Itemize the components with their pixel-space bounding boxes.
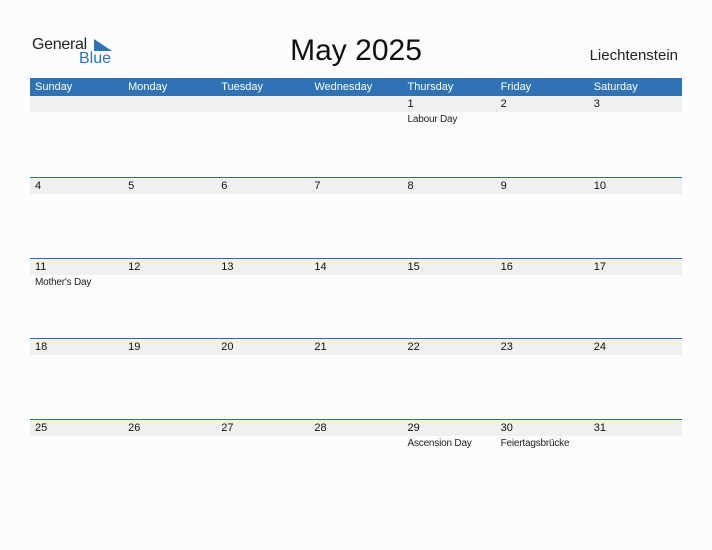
- day-number: 14: [314, 260, 327, 273]
- day-cell: 31: [589, 420, 682, 451]
- day-number: 23: [500, 341, 513, 353]
- day-number: [314, 96, 402, 112]
- day-cell: 9: [496, 178, 589, 195]
- day-cell: 2: [496, 96, 589, 127]
- day-number: 10: [593, 180, 606, 192]
- day-cell: 22: [403, 339, 496, 356]
- weekday-header: Sunday Monday Tuesday Wednesday Thursday…: [30, 78, 682, 96]
- day-cell: 5: [123, 178, 216, 195]
- weekday-tuesday: Tuesday: [221, 81, 264, 93]
- week-row: 25 26 27 28 29 Ascension Day 30 Feiertagsbrücke…: [30, 418, 682, 500]
- calendar-grid: Sunday Monday Tuesday Wednesday Thursday…: [30, 78, 682, 499]
- holiday-label: Feiertagsbrücke: [500, 437, 570, 449]
- weekday-sunday: Sunday: [35, 81, 73, 93]
- week-row: 18 19 20 21 22 23 24: [30, 338, 682, 419]
- week-row: 1 Labour Day 2 3: [30, 96, 682, 177]
- country-name: Liechtenstein: [589, 47, 678, 64]
- day-number: 4: [35, 180, 42, 192]
- day-number: [221, 96, 309, 112]
- day-cell: 11 Mother's Day: [30, 259, 123, 290]
- day-cell: 8: [403, 178, 496, 195]
- day-cell: 3: [589, 96, 682, 127]
- day-cell: 23: [496, 339, 589, 356]
- day-number: 15: [407, 260, 420, 273]
- day-number: 20: [221, 341, 234, 353]
- day-cell: [309, 96, 402, 127]
- weekday-wednesday: Wednesday: [314, 81, 373, 93]
- day-cell: 1 Labour Day: [403, 96, 496, 127]
- weekday-thursday: Thursday: [407, 81, 454, 93]
- day-cell: 15: [403, 259, 496, 290]
- day-cell: 7: [309, 178, 402, 195]
- day-cell: 10: [589, 178, 682, 195]
- holiday-label: Ascension Day: [407, 437, 472, 449]
- day-number: 13: [221, 260, 234, 273]
- weekday-saturday: Saturday: [593, 81, 638, 93]
- day-number: 7: [314, 180, 321, 192]
- holiday-label: Mother's Day: [35, 276, 92, 288]
- day-number: 21: [314, 341, 327, 353]
- day-cell: 28: [309, 420, 402, 451]
- day-cell: 24: [589, 339, 682, 356]
- weekday-friday: Friday: [500, 81, 532, 93]
- day-cell: [30, 96, 123, 127]
- holiday-label: Labour Day: [407, 114, 458, 125]
- day-number: 17: [593, 260, 606, 273]
- day-cell: [123, 96, 216, 127]
- week-row: 11 Mother's Day 12 13 14 15 16 17: [30, 257, 682, 339]
- day-cell: 27: [216, 420, 309, 451]
- day-number: 6: [221, 180, 228, 192]
- day-number: [35, 96, 123, 112]
- day-number: 26: [128, 421, 141, 434]
- day-number: 8: [407, 180, 414, 192]
- day-cell: 14: [309, 259, 402, 290]
- day-cell: 20: [216, 339, 309, 356]
- day-cell: 4: [30, 178, 123, 195]
- day-number: 3: [593, 98, 600, 110]
- day-cell: 6: [216, 178, 309, 195]
- day-number: 29: [407, 421, 420, 434]
- day-number: 25: [35, 421, 48, 434]
- day-cell: 29 Ascension Day: [403, 420, 496, 451]
- day-number: 28: [314, 421, 327, 434]
- day-number: 22: [407, 341, 420, 353]
- day-cell: 26: [123, 420, 216, 451]
- day-cell: [216, 96, 309, 127]
- day-number: [128, 96, 216, 112]
- day-number: 2: [500, 98, 507, 110]
- day-cell: 18: [30, 339, 123, 356]
- day-number: 30: [500, 421, 513, 434]
- day-cell: 16: [496, 259, 589, 290]
- day-cell: 13: [216, 259, 309, 290]
- day-cell: 17: [589, 259, 682, 290]
- day-number: 16: [500, 260, 513, 273]
- day-number: 24: [593, 341, 606, 353]
- day-number: 12: [128, 260, 141, 273]
- day-number: 27: [221, 421, 234, 434]
- day-number: 9: [500, 180, 507, 192]
- day-number: 31: [593, 421, 606, 434]
- day-cell: 25: [30, 420, 123, 451]
- day-cell: 21: [309, 339, 402, 356]
- day-number: 1: [407, 98, 414, 110]
- day-number: 19: [128, 341, 141, 353]
- day-number: 18: [35, 341, 48, 353]
- weekday-monday: Monday: [128, 81, 168, 93]
- day-number: 11: [35, 260, 47, 273]
- day-cell: 19: [123, 339, 216, 356]
- day-number: 5: [128, 180, 135, 192]
- day-cell: 12: [123, 259, 216, 290]
- week-row: 4 5 6 7 8 9 10: [30, 177, 682, 258]
- day-cell: 30 Feiertagsbrücke: [496, 420, 589, 451]
